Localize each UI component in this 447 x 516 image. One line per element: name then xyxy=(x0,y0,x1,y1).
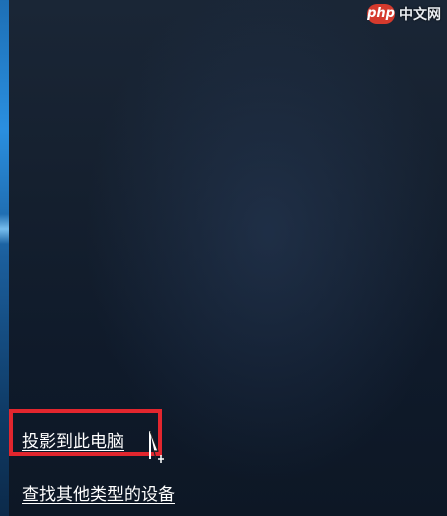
highlight-box xyxy=(9,409,162,456)
desktop-wallpaper-edge xyxy=(0,0,9,516)
screen: php 中文网 投影到此电脑 查找其他类型的设备 xyxy=(0,0,447,516)
watermark-site-text: 中文网 xyxy=(399,7,441,23)
text-cursor-icon xyxy=(149,430,164,463)
find-other-devices-link[interactable]: 查找其他类型的设备 xyxy=(22,480,175,505)
php-logo-icon: php xyxy=(367,4,395,24)
watermark: php 中文网 xyxy=(363,0,447,28)
